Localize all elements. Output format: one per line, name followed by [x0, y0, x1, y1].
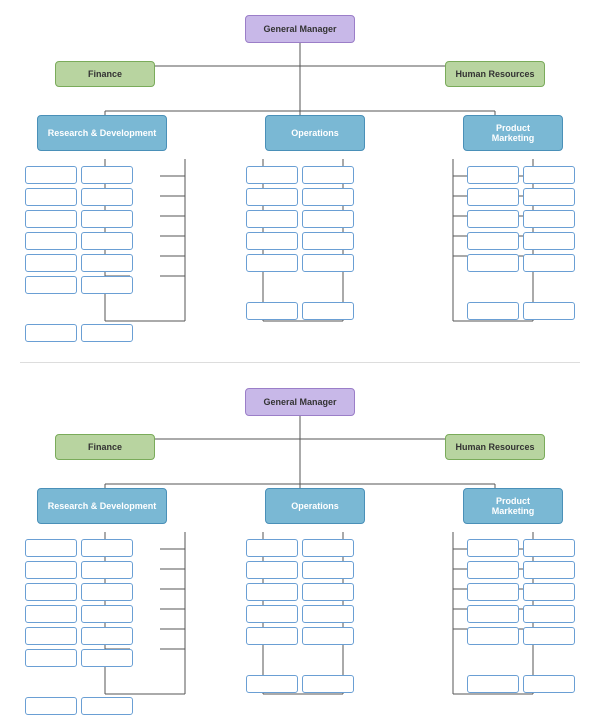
c2-rd-empty-12 — [81, 627, 133, 645]
c2-ops-empty-8 — [302, 561, 354, 579]
pm-empty-4 — [467, 232, 519, 250]
c2-rd-empty-13 — [81, 649, 133, 667]
ops-empty-7 — [302, 166, 354, 184]
c2-rd-empty-6 — [25, 649, 77, 667]
ops-empty-11 — [302, 254, 354, 272]
c2-pm-empty-10 — [523, 605, 575, 623]
c2-ops-empty-5 — [246, 627, 298, 645]
page: General Manager Finance Human Resources … — [0, 0, 600, 725]
c2-pm-empty-4 — [467, 605, 519, 623]
rd-empty-1 — [25, 166, 77, 184]
rd-empty-12 — [81, 254, 133, 272]
c2-ops-empty-11 — [302, 627, 354, 645]
c2-rd-empty-10 — [81, 583, 133, 601]
pm-empty-7 — [523, 166, 575, 184]
c2-pm-empty-11 — [523, 627, 575, 645]
c2-pm-empty-5 — [467, 627, 519, 645]
rd-empty-3 — [25, 210, 77, 228]
rd-empty-11 — [81, 232, 133, 250]
rd-empty-6 — [25, 276, 77, 294]
ops-box-1: Operations — [265, 115, 365, 151]
c2-pm-empty-3 — [467, 583, 519, 601]
ops-box-2: Operations — [265, 488, 365, 524]
c2-ops-empty-4 — [246, 605, 298, 623]
pm-empty-9 — [523, 210, 575, 228]
general-manager-box-2: General Manager — [245, 388, 355, 416]
rd-empty-4 — [25, 232, 77, 250]
rd-empty-9 — [81, 188, 133, 206]
finance-box-1: Finance — [55, 61, 155, 87]
pm-empty-1 — [467, 166, 519, 184]
c2-pm-empty-12 — [523, 675, 575, 693]
c2-pm-empty-8 — [523, 561, 575, 579]
ops-empty-2 — [246, 188, 298, 206]
ops-empty-1 — [246, 166, 298, 184]
c2-rd-empty-8 — [81, 539, 133, 557]
c2-ops-empty-10 — [302, 605, 354, 623]
hr-box-2: Human Resources — [445, 434, 545, 460]
section-divider — [20, 362, 580, 363]
pm-empty-2 — [467, 188, 519, 206]
ops-empty-6 — [246, 302, 298, 320]
org-chart-1: General Manager Finance Human Resources … — [15, 10, 585, 342]
c2-rd-empty-14 — [81, 697, 133, 715]
c2-rd-empty-3 — [25, 583, 77, 601]
rd-empty-10 — [81, 210, 133, 228]
rd-box-1: Research & Development — [37, 115, 167, 151]
pm-empty-6 — [467, 302, 519, 320]
rd-empty-2 — [25, 188, 77, 206]
c2-pm-empty-6 — [467, 675, 519, 693]
c2-pm-empty-7 — [523, 539, 575, 557]
pm-empty-8 — [523, 188, 575, 206]
ops-empty-3 — [246, 210, 298, 228]
general-manager-box-1: General Manager — [245, 15, 355, 43]
finance-box-2: Finance — [55, 434, 155, 460]
c2-ops-empty-9 — [302, 583, 354, 601]
c2-ops-empty-3 — [246, 583, 298, 601]
c2-ops-empty-12 — [302, 675, 354, 693]
c2-rd-empty-1 — [25, 539, 77, 557]
c2-rd-empty-9 — [81, 561, 133, 579]
ops-empty-10 — [302, 232, 354, 250]
hr-box-1: Human Resources — [445, 61, 545, 87]
c2-rd-empty-4 — [25, 605, 77, 623]
pm-empty-10 — [523, 232, 575, 250]
pm-empty-11 — [523, 254, 575, 272]
c2-rd-empty-7 — [25, 697, 77, 715]
c2-pm-empty-2 — [467, 561, 519, 579]
pm-box-1: ProductMarketing — [463, 115, 563, 151]
rd-empty-13 — [81, 276, 133, 294]
pm-empty-5 — [467, 254, 519, 272]
rd-empty-5 — [25, 254, 77, 272]
pm-box-2: ProductMarketing — [463, 488, 563, 524]
ops-empty-12 — [302, 302, 354, 320]
ops-empty-4 — [246, 232, 298, 250]
ops-empty-8 — [302, 188, 354, 206]
c2-pm-empty-9 — [523, 583, 575, 601]
c2-rd-empty-2 — [25, 561, 77, 579]
org-chart-2: General Manager Finance Human Resources … — [15, 383, 585, 715]
ops-empty-9 — [302, 210, 354, 228]
rd-empty-14 — [81, 324, 133, 342]
c2-ops-empty-7 — [302, 539, 354, 557]
c2-rd-empty-5 — [25, 627, 77, 645]
c2-rd-empty-11 — [81, 605, 133, 623]
rd-empty-8 — [81, 166, 133, 184]
rd-box-2: Research & Development — [37, 488, 167, 524]
pm-empty-12 — [523, 302, 575, 320]
rd-empty-7 — [25, 324, 77, 342]
c2-ops-empty-1 — [246, 539, 298, 557]
pm-empty-3 — [467, 210, 519, 228]
c2-pm-empty-1 — [467, 539, 519, 557]
ops-empty-5 — [246, 254, 298, 272]
c2-ops-empty-2 — [246, 561, 298, 579]
c2-ops-empty-6 — [246, 675, 298, 693]
